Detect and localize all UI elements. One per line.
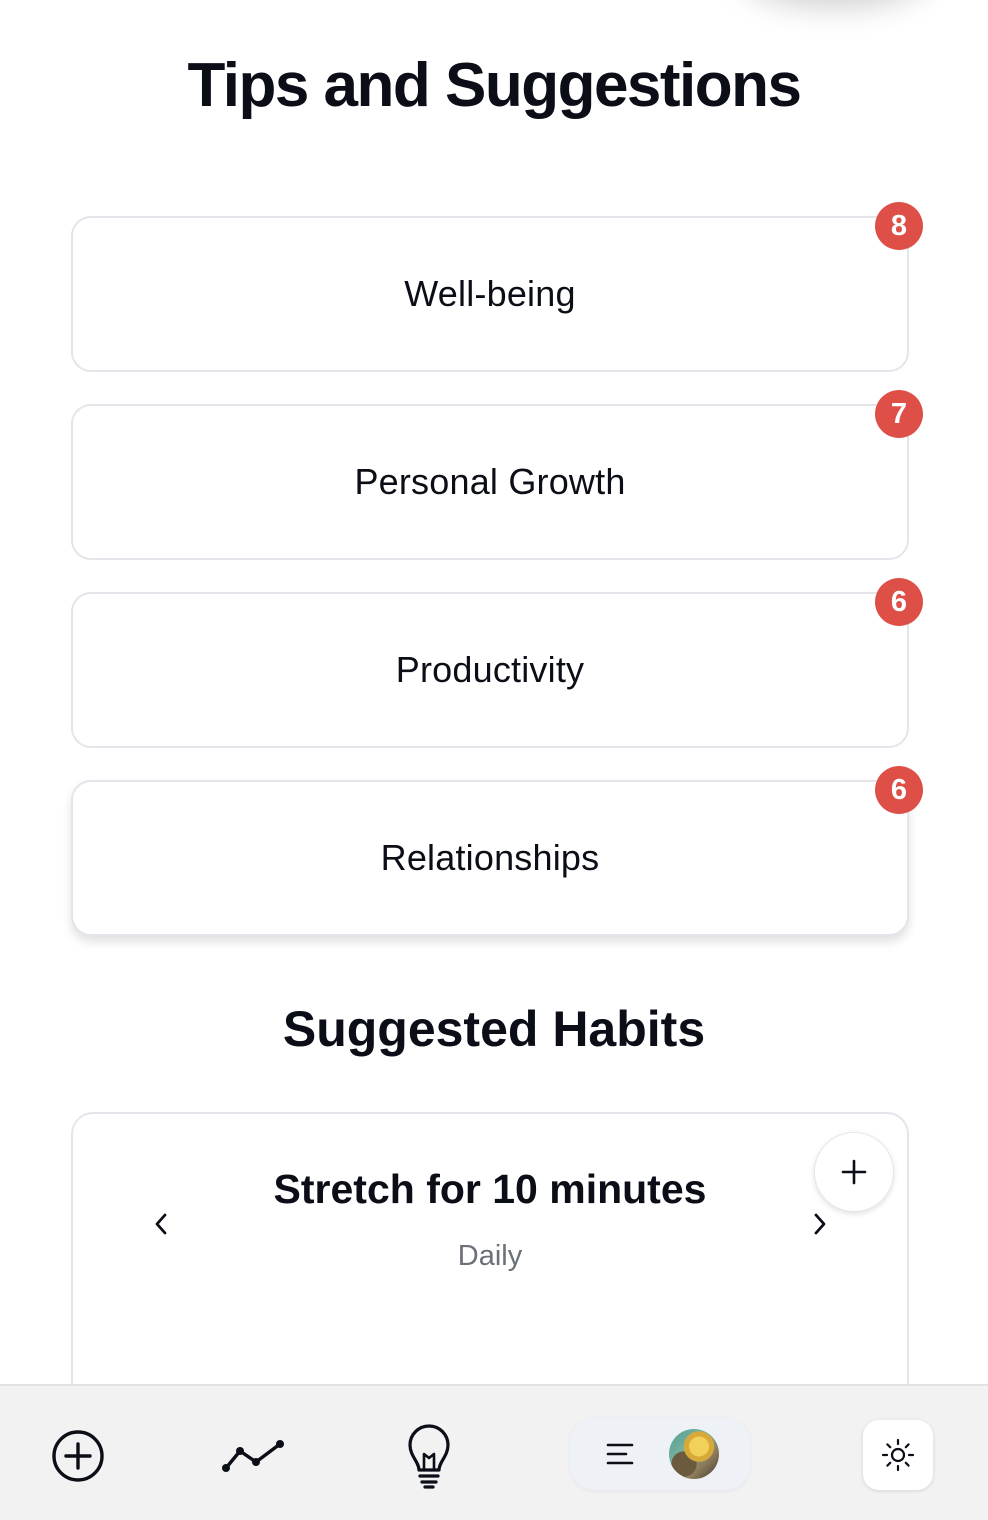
category-label: Well-being xyxy=(404,273,576,314)
menu-lines-icon xyxy=(606,1443,634,1465)
add-button[interactable] xyxy=(48,1426,108,1486)
count-badge: 8 xyxy=(875,202,923,250)
trend-line-icon xyxy=(222,1440,284,1472)
count-badge: 6 xyxy=(875,578,923,626)
sun-icon xyxy=(881,1438,915,1472)
previous-habit-button[interactable] xyxy=(141,1204,181,1244)
chevron-left-icon xyxy=(155,1213,167,1235)
category-card-relationships[interactable]: Relationships 6 xyxy=(71,766,923,936)
avatar[interactable] xyxy=(669,1429,719,1479)
category-card-productivity[interactable]: Productivity 6 xyxy=(71,578,923,748)
habit-frequency: Daily xyxy=(457,1240,523,1272)
category-card-well-being[interactable]: Well-being 8 xyxy=(71,202,923,372)
page-title: Tips and Suggestions xyxy=(187,51,802,120)
next-habit-button[interactable] xyxy=(800,1204,840,1244)
count-badge: 7 xyxy=(875,390,923,438)
category-label: Personal Growth xyxy=(354,461,626,502)
menu-button[interactable] xyxy=(602,1436,638,1472)
bottom-navigation-bar xyxy=(0,1384,988,1520)
page: Tips and Suggestions Well-being 8 Person… xyxy=(0,0,988,1520)
chevron-right-icon xyxy=(814,1213,826,1235)
habit-name: Stretch for 10 minutes xyxy=(273,1166,707,1212)
lightbulb-icon xyxy=(408,1424,450,1489)
theme-toggle-button[interactable] xyxy=(863,1420,933,1490)
category-label: Productivity xyxy=(395,649,585,690)
theme-icon-wrap xyxy=(878,1435,918,1475)
tips-button[interactable] xyxy=(400,1420,458,1496)
count-badge: 6 xyxy=(875,766,923,814)
plus-circle-icon xyxy=(52,1430,104,1482)
stats-button[interactable] xyxy=(218,1430,288,1482)
category-card-personal-growth[interactable]: Personal Growth 7 xyxy=(71,390,923,560)
suggested-habits-title: Suggested Habits xyxy=(282,1001,706,1057)
category-label: Relationships xyxy=(380,837,600,878)
menu-profile-pill[interactable] xyxy=(570,1418,750,1490)
